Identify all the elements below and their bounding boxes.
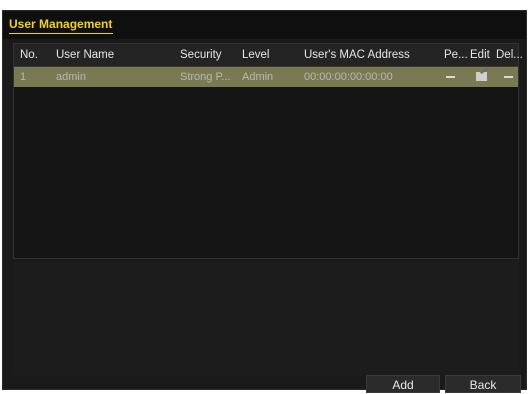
user-table: No. User Name Security Level User's MAC …	[13, 43, 523, 259]
permission-dash-icon[interactable]	[446, 67, 464, 87]
column-header-level: Level	[242, 49, 270, 61]
cell-mac-address: 00:00:00:00:00:00	[304, 71, 393, 83]
table-row[interactable]: 1 admin Strong P... Admin 00:00:00:00:00…	[14, 67, 518, 87]
delete-dash-icon[interactable]	[504, 67, 522, 87]
column-header-mac: User's MAC Address	[304, 49, 410, 61]
table-header: No. User Name Security Level User's MAC …	[14, 44, 523, 67]
column-header-user-name: User Name	[56, 49, 115, 61]
cell-no: 1	[20, 71, 27, 83]
tab-active-underline	[9, 33, 113, 34]
column-header-delete: Del...	[496, 49, 523, 61]
cell-level: Admin	[242, 71, 274, 83]
lower-panel	[13, 261, 519, 375]
cell-user-name: admin	[56, 71, 86, 83]
back-button[interactable]: Back	[445, 375, 521, 393]
dash-icon	[504, 76, 513, 79]
cell-security: Strong P...	[180, 71, 231, 83]
edit-button[interactable]	[476, 67, 494, 87]
column-header-no: No.	[20, 49, 38, 61]
tab-user-management[interactable]: User Management	[9, 17, 112, 31]
column-header-security: Security	[180, 49, 222, 61]
dash-icon	[446, 76, 455, 79]
user-management-window: User Management No. User Name Security L…	[2, 10, 527, 393]
tab-bar: User Management	[3, 11, 526, 39]
add-button[interactable]: Add	[366, 375, 440, 393]
edit-icon	[476, 72, 487, 81]
